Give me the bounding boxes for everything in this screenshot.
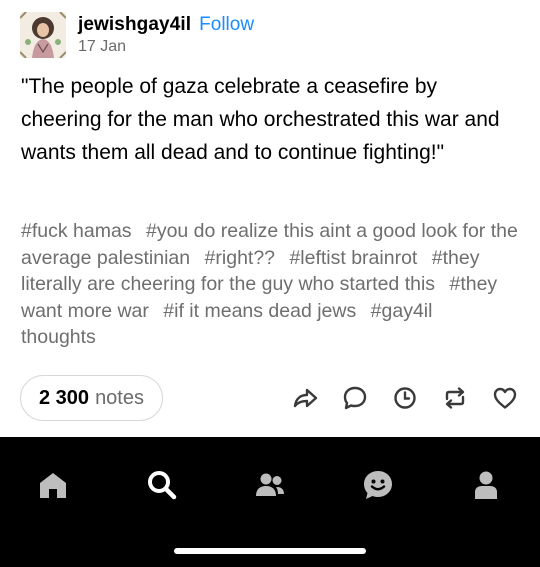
search-icon-glyph (148, 471, 177, 500)
share-icon[interactable] (290, 383, 320, 413)
tag[interactable]: #fuck hamas (21, 220, 132, 242)
post-meta: jewishgay4il Follow 17 Jan (78, 14, 254, 56)
home-icon[interactable] (33, 465, 73, 505)
notes-count: 2 300 (39, 386, 90, 409)
tag[interactable]: #if it means dead jews (163, 300, 356, 322)
tag[interactable]: #leftist brainrot (289, 247, 417, 269)
follow-button[interactable]: Follow (199, 14, 254, 36)
reblog-icon-glyph (445, 387, 465, 409)
activity-icon[interactable] (358, 465, 398, 505)
queue-icon-glyph (394, 387, 416, 409)
notes-label: notes (95, 386, 144, 409)
queue-icon[interactable] (390, 383, 420, 413)
account-icon-glyph (475, 471, 497, 499)
post-card: jewishgay4il Follow 17 Jan "The people o… (0, 0, 540, 437)
like-icon-glyph (493, 387, 517, 409)
post-footer: 2 300 notes (20, 375, 520, 421)
search-icon[interactable] (142, 465, 182, 505)
tag[interactable]: #right?? (205, 247, 275, 269)
name-row: jewishgay4il Follow (78, 14, 254, 36)
avatar[interactable] (20, 12, 66, 58)
communities-icon-glyph (256, 473, 284, 496)
reblog-icon[interactable] (440, 383, 470, 413)
username[interactable]: jewishgay4il (78, 14, 191, 36)
reply-icon-glyph (343, 386, 367, 410)
post-tags: #fuck hamas #you do realize this aint a … (21, 218, 521, 351)
home-icon-glyph (40, 473, 66, 498)
post-date: 17 Jan (78, 38, 127, 55)
share-icon-glyph (293, 388, 318, 408)
reply-icon[interactable] (340, 383, 370, 413)
notes-button[interactable]: 2 300 notes (20, 375, 163, 421)
post-header: jewishgay4il Follow 17 Jan (20, 12, 254, 58)
like-icon[interactable] (490, 383, 520, 413)
account-icon[interactable] (466, 465, 506, 505)
activity-icon-glyph (364, 471, 392, 499)
post-body: "The people of gaza celebrate a ceasefir… (21, 75, 500, 164)
post-actions (270, 383, 520, 413)
avatar-illustration (20, 12, 66, 58)
communities-icon[interactable] (250, 465, 290, 505)
home-indicator (174, 548, 366, 554)
